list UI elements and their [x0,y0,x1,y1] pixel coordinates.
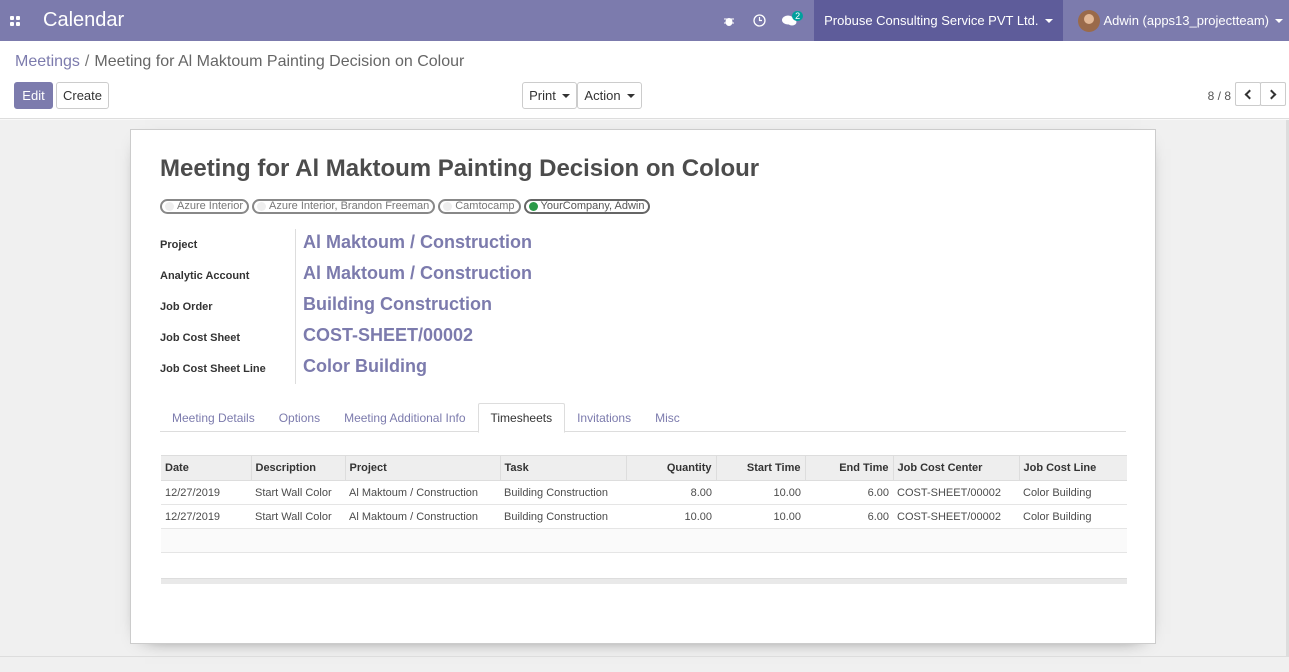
cell-date: 12/27/2019 [161,504,251,529]
cell-project: Al Maktoum / Construction [345,504,500,529]
cell-job-cost-center: COST-SHEET/00002 [893,480,1019,505]
cell-project: Al Maktoum / Construction [345,480,500,505]
cell-end-time: 6.00 [805,504,893,529]
analytic-account-link[interactable]: Al Maktoum / Construction [303,263,532,284]
company-name: Probuse Consulting Service PVT Ltd. [824,13,1039,28]
table-row[interactable]: 12/27/2019 Start Wall Color Al Maktoum /… [161,480,1127,505]
column-header-description[interactable]: Description [251,455,346,481]
column-header-date[interactable]: Date [161,455,252,481]
tab-invitations[interactable]: Invitations [565,403,643,432]
attendee-name: Azure Interior [177,200,244,212]
project-link[interactable]: Al Maktoum / Construction [303,232,532,253]
clock-icon[interactable] [744,0,774,41]
column-header-start-time[interactable]: Start Time [716,455,806,481]
action-button[interactable]: Action [577,82,642,109]
cell-quantity: 10.00 [626,504,716,529]
caret-down-icon [1044,18,1053,23]
status-dot-icon [257,202,267,211]
form-sheet: Meeting for Al Maktoum Painting Decision… [130,129,1156,644]
breadcrumb: Meetings / Meeting for Al Maktoum Painting… [15,53,464,71]
tab-meeting-details[interactable]: Meeting Details [160,403,267,432]
breadcrumb-separator: / [84,53,90,70]
divider [0,656,1289,657]
chevron-left-icon [1244,89,1255,99]
empty-row [161,528,1127,553]
status-dot-icon [443,202,453,211]
table-header-row: Date Description Project Task Quantity S… [161,455,1127,481]
apps-menu-icon[interactable] [0,0,30,41]
tab-meeting-additional-info[interactable]: Meeting Additional Info [332,403,477,432]
timesheets-table: Date Description Project Task Quantity S… [161,455,1127,553]
message-count-badge: 2 [792,11,804,21]
job-cost-sheet-link[interactable]: COST-SHEET/00002 [303,325,473,346]
project-label: Project [160,239,198,251]
tab-misc[interactable]: Misc [643,403,692,432]
tab-options[interactable]: Options [267,403,332,432]
cell-start-time: 10.00 [716,480,805,505]
cell-end-time: 6.00 [805,480,893,505]
cell-job-cost-center: COST-SHEET/00002 [893,504,1019,529]
form-tabs: Meeting Details Options Meeting Addition… [160,403,1126,433]
pager-next-button[interactable] [1260,82,1286,106]
job-order-link[interactable]: Building Construction [303,294,492,315]
bug-icon[interactable] [714,0,744,41]
cell-description: Start Wall Color [251,480,345,505]
caret-down-icon [561,93,570,98]
analytic-account-label: Analytic Account [160,270,250,282]
column-header-job-cost-center[interactable]: Job Cost Center [893,455,1020,481]
print-label: Print [529,88,556,103]
attendee-tag[interactable]: Azure Interior, Brandon Freeman [252,199,436,214]
status-dot-icon [528,202,538,211]
table-footer [161,578,1127,584]
cell-task: Building Construction [500,480,626,505]
cell-job-cost-line: Color Building [1019,504,1127,529]
column-header-project[interactable]: Project [345,455,501,481]
record-fields: Project Al Maktoum / Construction Analyt… [160,229,860,384]
attendee-tags: Azure Interior Azure Interior, Brandon F… [160,199,651,214]
job-cost-sheet-label: Job Cost Sheet [160,332,241,344]
caret-down-icon [1275,18,1283,23]
caret-down-icon [626,93,635,98]
company-switcher[interactable]: Probuse Consulting Service PVT Ltd. [814,0,1063,41]
app-title: Calendar [43,9,125,31]
attendee-name: YourCompany, Adwin [540,200,645,212]
avatar [1077,9,1100,32]
attendee-tag[interactable]: YourCompany, Adwin [523,199,651,214]
table-row[interactable]: 12/27/2019 Start Wall Color Al Maktoum /… [161,504,1127,529]
action-label: Action [584,88,621,103]
pager-previous-button[interactable] [1235,82,1261,106]
tab-timesheets[interactable]: Timesheets [477,403,566,433]
chevron-right-icon [1266,89,1277,99]
attendee-tag[interactable]: Camtocamp [438,199,521,214]
cell-task: Building Construction [500,504,626,529]
column-header-job-cost-line[interactable]: Job Cost Line [1019,455,1127,481]
user-menu[interactable]: Adwin (apps13_projectteam) [1063,0,1289,41]
cell-job-cost-line: Color Building [1019,480,1127,505]
cell-description: Start Wall Color [251,504,345,529]
job-cost-sheet-line-label: Job Cost Sheet Line [160,363,266,375]
breadcrumb-meetings-link[interactable]: Meetings [15,53,80,70]
cell-quantity: 8.00 [626,480,716,505]
create-button[interactable]: Create [56,82,109,109]
column-header-quantity[interactable]: Quantity [626,455,717,481]
pager-value[interactable]: 8 / 8 [1208,89,1231,103]
user-name: Adwin (apps13_projectteam) [1103,13,1269,28]
top-navbar: Calendar 2 Probuse Consulting Service PV… [0,0,1289,41]
control-panel: Meetings / Meeting for Al Maktoum Painting… [0,41,1289,119]
status-dot-icon [165,202,174,211]
column-header-task[interactable]: Task [500,455,627,481]
attendee-tag[interactable]: Azure Interior [160,199,250,214]
record-title: Meeting for Al Maktoum Painting Decision… [160,155,760,182]
job-cost-sheet-line-link[interactable]: Color Building [303,356,427,377]
breadcrumb-current: Meeting for Al Maktoum Painting Decision… [94,53,465,70]
edit-button[interactable]: Edit [14,82,53,109]
attendee-name: Camtocamp [455,200,515,212]
column-header-end-time[interactable]: End Time [805,455,894,481]
print-button[interactable]: Print [522,82,577,109]
attendee-name: Azure Interior, Brandon Freeman [269,200,430,212]
cell-start-time: 10.00 [716,504,805,529]
cell-date: 12/27/2019 [161,480,251,505]
job-order-label: Job Order [160,301,213,313]
chat-icon[interactable]: 2 [774,0,804,41]
